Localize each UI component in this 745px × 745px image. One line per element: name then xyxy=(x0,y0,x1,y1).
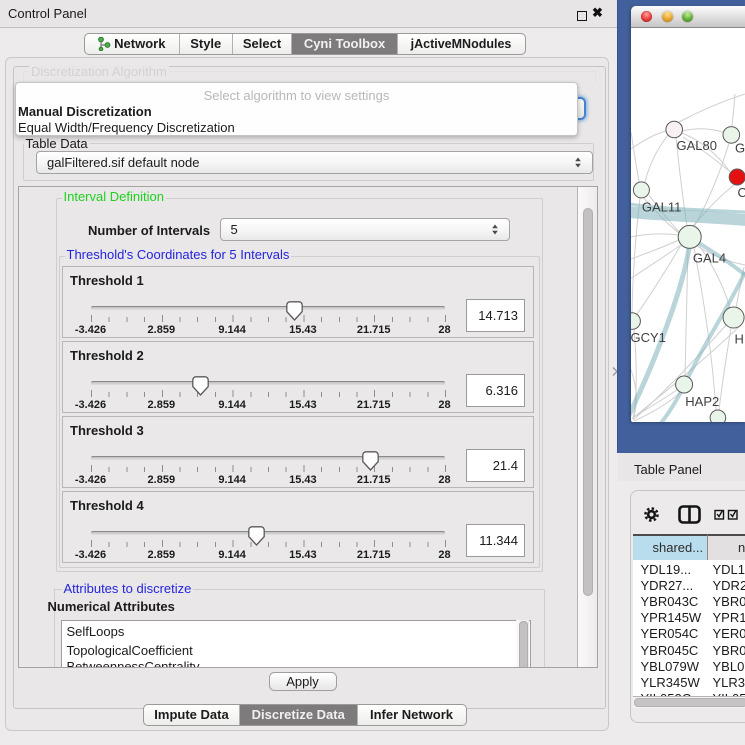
svg-text:GA: GA xyxy=(735,141,745,156)
svg-text:HAP2: HAP2 xyxy=(685,394,719,409)
svg-text:GAL80: GAL80 xyxy=(677,138,717,153)
svg-text:GCY1: GCY1 xyxy=(631,330,666,345)
svg-text:CR: CR xyxy=(738,185,745,200)
svg-text:GAL4: GAL4 xyxy=(693,251,726,266)
svg-text:GAL11: GAL11 xyxy=(642,200,682,215)
svg-text:HI: HI xyxy=(735,332,745,347)
